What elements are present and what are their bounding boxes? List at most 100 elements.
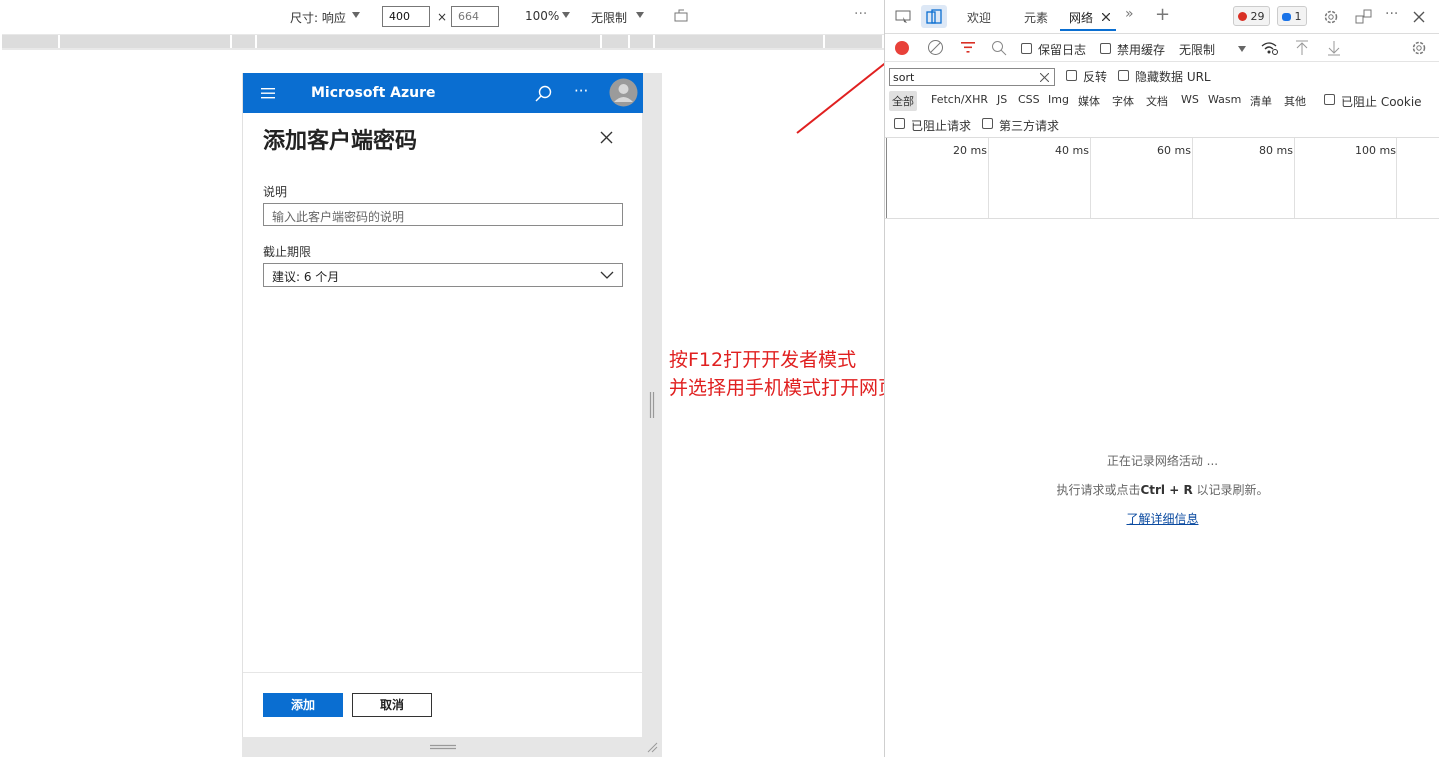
preserve-log-checkbox[interactable] — [1021, 43, 1032, 54]
third-party-label: 第三方请求 — [999, 119, 1060, 133]
filter-type-img[interactable]: Img — [1048, 93, 1069, 106]
tab-welcome[interactable]: 欢迎 — [967, 9, 991, 26]
add-button[interactable]: 添加 — [263, 693, 343, 717]
ruler-segment[interactable] — [257, 35, 602, 48]
invert-label: 反转 — [1083, 70, 1108, 84]
third-party-checkbox[interactable] — [982, 118, 993, 129]
tab-network-label: 网络 — [1069, 11, 1094, 25]
blocked-cookies-label: 已阻止 Cookie — [1341, 95, 1422, 109]
more-options-icon[interactable]: ··· — [1385, 6, 1398, 22]
cancel-button[interactable]: 取消 — [352, 693, 432, 717]
hide-data-urls-checkbox[interactable] — [1118, 70, 1129, 81]
wifi-settings-icon[interactable] — [1261, 40, 1279, 56]
resize-handle-right[interactable] — [649, 392, 655, 420]
error-count: 29 — [1250, 10, 1265, 23]
chevron-down-icon — [600, 271, 614, 279]
description-label: 说明 — [263, 185, 288, 199]
ruler-segment[interactable] — [232, 35, 257, 48]
invert-checkbox[interactable] — [1066, 70, 1077, 81]
filter-type-css[interactable]: CSS — [1018, 93, 1040, 106]
device-emulation-icon — [926, 9, 942, 24]
annotation-text: 按F12打开开发者模式 并选择用手机模式打开网页 — [669, 346, 897, 402]
throttle-select[interactable]: 无限制 — [1179, 41, 1215, 58]
ruler-segment[interactable] — [60, 35, 232, 48]
timeline-gridline — [1396, 138, 1397, 218]
timeline-tick-label: 40 ms — [1055, 144, 1089, 157]
add-tab-icon[interactable]: + — [1155, 4, 1170, 25]
brand-title[interactable]: Microsoft Azure — [311, 85, 436, 101]
hint-suffix: 以记录刷新。 — [1192, 483, 1269, 497]
search-icon[interactable] — [535, 85, 552, 102]
close-icon[interactable] — [600, 131, 613, 144]
message-icon — [1282, 13, 1291, 21]
filter-type-font[interactable]: 字体 — [1112, 93, 1134, 109]
tab-network[interactable]: 网络 — [1060, 3, 1116, 31]
device-toggle-button[interactable] — [921, 5, 947, 28]
import-har-icon[interactable] — [1295, 40, 1309, 56]
filter-type-fetch-xhr[interactable]: Fetch/XHR — [931, 93, 988, 106]
filter-input[interactable]: sort — [889, 68, 1055, 86]
filter-type-media[interactable]: 媒体 — [1078, 93, 1100, 109]
search-icon[interactable] — [991, 40, 1007, 56]
devtools-tabbar: 欢迎 元素 网络 » + 29 1 ··· — [885, 0, 1439, 34]
hamburger-menu-icon[interactable] — [261, 87, 275, 99]
rotate-icon[interactable] — [674, 9, 690, 23]
blocked-requests-checkbox[interactable] — [894, 118, 905, 129]
close-tab-icon[interactable] — [1102, 13, 1110, 21]
close-icon[interactable] — [1413, 11, 1425, 23]
learn-more-link[interactable]: 了解详细信息 — [885, 510, 1439, 527]
resize-handle-bottom[interactable] — [430, 744, 458, 750]
clear-filter-icon[interactable] — [1040, 73, 1049, 82]
filter-type-all[interactable]: 全部 — [889, 91, 917, 111]
blocked-cookies-checkbox[interactable] — [1324, 94, 1335, 105]
zoom-select[interactable]: 100% — [525, 9, 559, 23]
network-overview-timeline[interactable]: 20 ms 40 ms 60 ms 80 ms 100 ms — [885, 137, 1439, 219]
gear-icon[interactable] — [1323, 9, 1339, 25]
message-badge[interactable]: 1 — [1277, 6, 1307, 26]
empty-state: 正在记录网络活动 ... 执行请求或点击Ctrl + R 以记录刷新。 了解详细… — [885, 452, 1439, 527]
filter-icon[interactable] — [960, 41, 976, 54]
disable-cache-checkbox[interactable] — [1100, 43, 1111, 54]
timeline-gridline — [988, 138, 989, 218]
filter-type-manifest[interactable]: 清单 — [1250, 93, 1272, 109]
ruler-segment[interactable] — [2, 35, 60, 48]
more-tabs-icon[interactable]: » — [1125, 6, 1134, 22]
avatar[interactable] — [609, 78, 638, 107]
expires-label: 截止期限 — [263, 245, 312, 259]
error-badge[interactable]: 29 — [1233, 6, 1270, 26]
timeline-tick-label: 100 ms — [1355, 144, 1396, 157]
annotation-line-2: 并选择用手机模式打开网页 — [669, 377, 898, 399]
timeline-marker — [886, 138, 887, 218]
hint-keys: Ctrl + R — [1140, 483, 1193, 497]
record-icon[interactable] — [893, 39, 911, 57]
resize-corner-icon[interactable] — [646, 741, 658, 753]
width-input[interactable]: 400 — [382, 6, 430, 27]
export-har-icon[interactable] — [1327, 40, 1341, 56]
filter-type-ws[interactable]: WS — [1181, 93, 1199, 106]
ruler-segment[interactable] — [602, 35, 630, 48]
network-toolbar: 保留日志 禁用缓存 无限制 — [885, 34, 1439, 62]
filter-type-other[interactable]: 其他 — [1284, 93, 1306, 109]
chevron-down-icon[interactable] — [1238, 46, 1246, 52]
tab-elements[interactable]: 元素 — [1024, 9, 1048, 26]
timeline-tick-label: 80 ms — [1259, 144, 1293, 157]
filter-type-js[interactable]: JS — [997, 93, 1007, 106]
filter-type-doc[interactable]: 文档 — [1146, 93, 1168, 109]
more-options-icon[interactable]: ··· — [574, 82, 588, 100]
inspect-element-icon[interactable] — [895, 10, 912, 24]
description-input[interactable]: 输入此客户端密码的说明 — [263, 203, 623, 226]
chevron-down-icon[interactable] — [562, 12, 570, 18]
throttle-select[interactable]: 无限制 — [591, 9, 627, 26]
height-input[interactable]: 664 — [451, 6, 499, 27]
connected-devices-icon[interactable] — [1355, 9, 1372, 25]
ruler-segment[interactable] — [630, 35, 655, 48]
error-icon — [1238, 12, 1247, 21]
dimensions-select[interactable]: 尺寸: 响应 — [290, 9, 346, 26]
expires-select[interactable]: 建议: 6 个月 — [263, 263, 623, 287]
chevron-down-icon[interactable] — [352, 12, 360, 18]
media-query-ruler — [2, 34, 884, 50]
chevron-down-icon[interactable] — [636, 12, 644, 18]
filter-type-wasm[interactable]: Wasm — [1208, 93, 1241, 106]
gear-icon[interactable] — [1411, 40, 1427, 56]
clear-icon[interactable] — [927, 39, 944, 56]
